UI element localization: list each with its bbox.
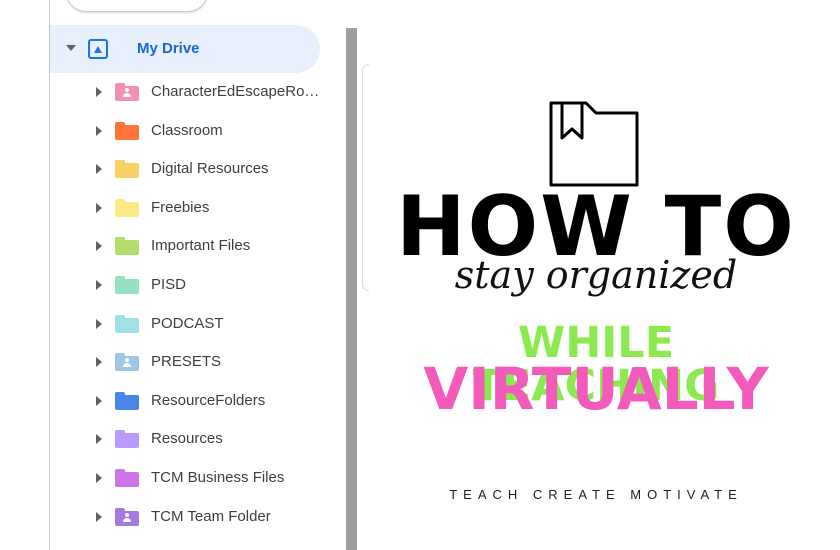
shared-folder-icon [115,83,139,101]
chevron-right-icon[interactable] [96,395,102,406]
headline-stay-organized: stay organized [454,253,738,297]
chevron-right-icon[interactable] [96,318,102,329]
folder-icon [115,160,139,179]
headline-virtually: VIRTUALLY [423,355,769,423]
folder-item[interactable]: TCM Business Files [50,459,345,498]
pane-divider[interactable] [346,28,357,550]
folder-icon [115,314,139,333]
folder-icon [115,121,139,140]
folder-label: Freebies [151,198,210,216]
folder-item[interactable]: PODCAST [50,305,345,344]
folder-label: CharacterEdEscapeRo… [151,83,320,100]
folder-item[interactable]: Resources [50,420,345,459]
chevron-right-icon[interactable] [96,164,102,175]
folder-icon [115,430,139,449]
brand-tagline: TEACH CREATE MOTIVATE [449,487,743,502]
chevron-right-icon[interactable] [96,125,102,136]
folder-item[interactable]: TCM Team Folder [50,498,345,537]
chevron-right-icon[interactable] [96,87,102,97]
chevron-right-icon[interactable] [96,357,102,368]
panel-edge [362,64,369,291]
folder-item[interactable]: Classroom [50,112,345,151]
shared-folder-icon [115,507,139,526]
folder-item[interactable]: PRESETS [50,343,345,382]
folder-item[interactable]: Important Files [50,227,345,266]
folder-icon [115,275,139,294]
chevron-right-icon[interactable] [96,202,102,213]
drive-sidebar: My Drive CharacterEdEscapeRo… Classroom Di… [50,25,345,536]
folder-item[interactable]: Freebies [50,189,345,228]
folder-list: CharacterEdEscapeRo… Classroom Digital Res… [50,73,345,536]
folder-label: Digital Resources [151,160,269,178]
chevron-right-icon[interactable] [96,472,102,483]
folder-label: PODCAST [151,314,224,332]
chevron-right-icon[interactable] [96,434,102,445]
chevron-right-icon[interactable] [96,511,102,522]
my-drive-label: My Drive [137,40,200,57]
chevron-down-icon[interactable] [66,45,76,51]
folder-icon [115,391,139,410]
new-button[interactable] [66,0,208,12]
folder-item[interactable]: Digital Resources [50,150,345,189]
folder-label: Resources [151,430,223,448]
folder-label: PISD [151,275,187,293]
folder-icon [115,198,139,217]
folder-label: PRESETS [151,353,222,371]
chevron-right-icon[interactable] [96,279,102,290]
shared-folder-icon [115,353,139,372]
my-drive-item[interactable]: My Drive [50,25,320,73]
folder-label: ResourceFolders [151,391,266,409]
folder-icon [115,237,139,256]
folder-item[interactable]: PISD [50,266,345,305]
folder-label: TCM Business Files [151,468,285,486]
folder-bookmark-icon [549,101,639,187]
folder-label: TCM Team Folder [151,507,271,525]
folder-label: Classroom [151,121,223,139]
chevron-right-icon[interactable] [96,241,102,252]
folder-item[interactable]: CharacterEdEscapeRo… [50,73,345,112]
folder-item[interactable]: ResourceFolders [50,382,345,421]
folder-icon [115,468,139,487]
drive-icon [88,39,108,59]
folder-label: Important Files [151,237,251,255]
